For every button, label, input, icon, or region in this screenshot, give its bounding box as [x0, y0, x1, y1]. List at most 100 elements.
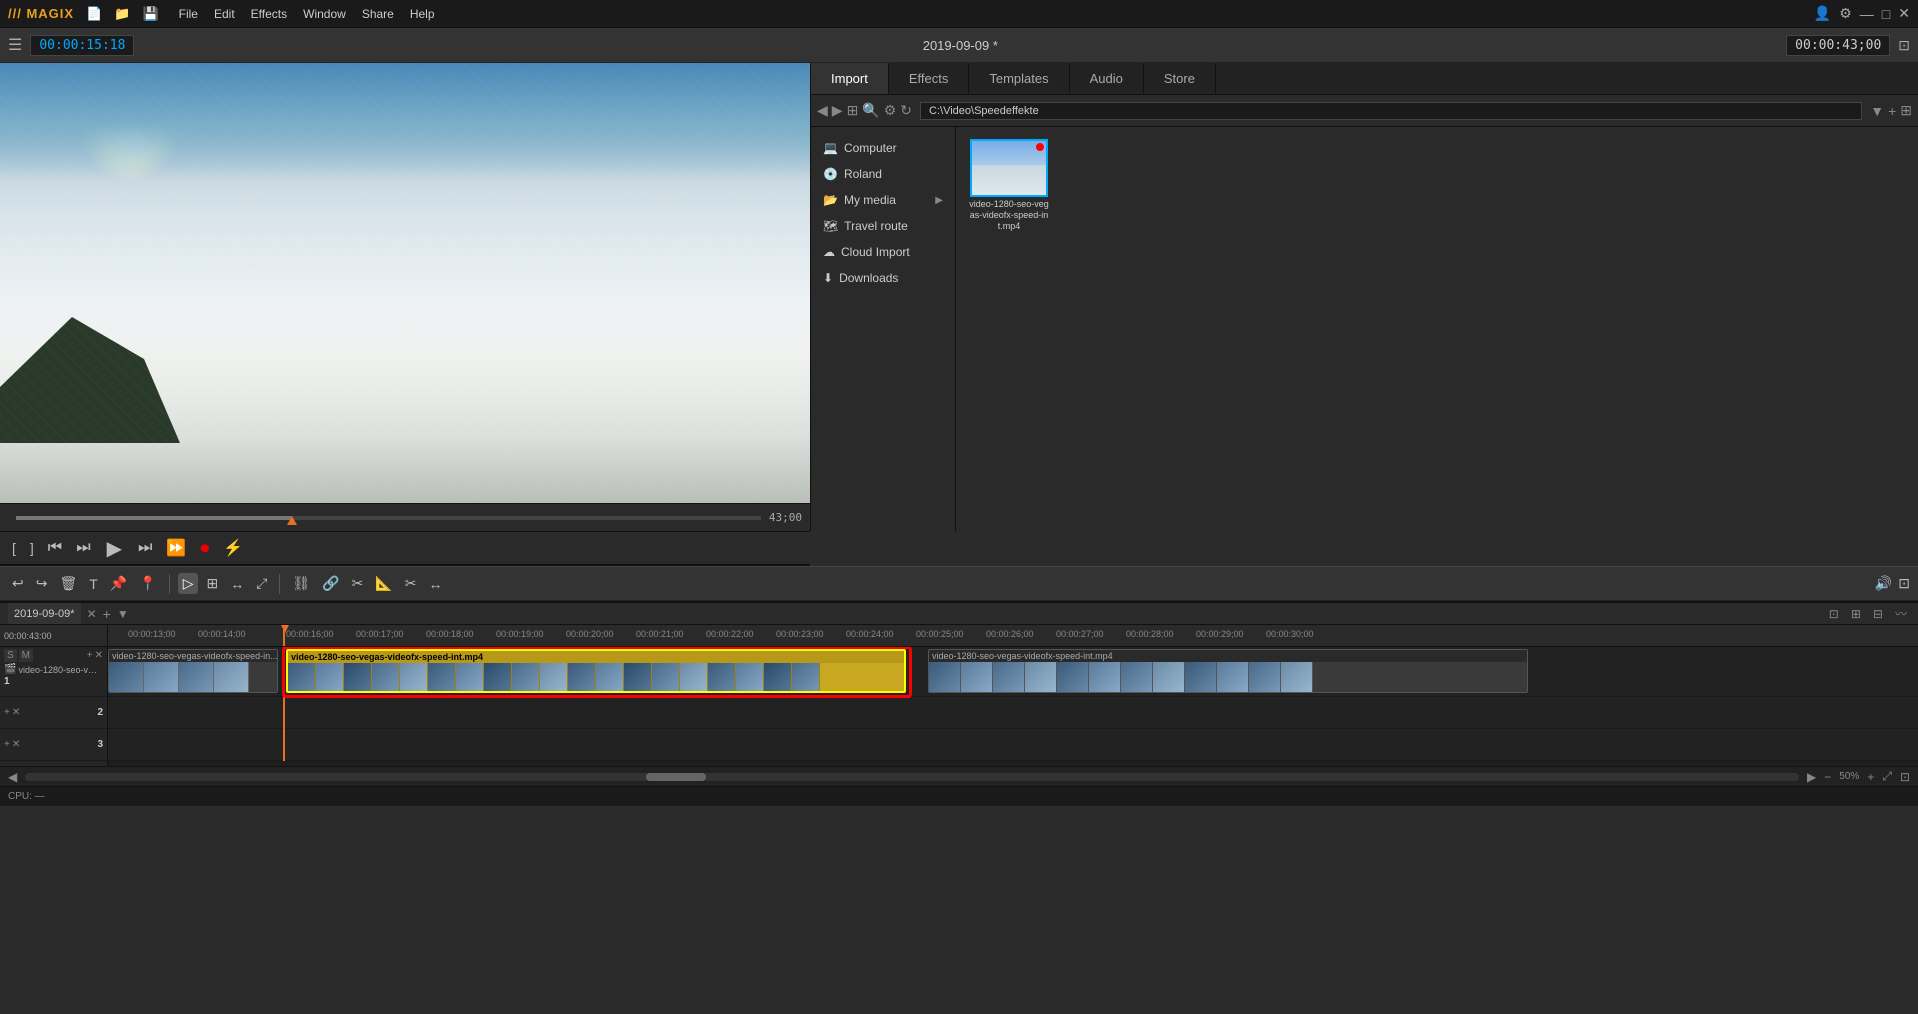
insert-tool[interactable]: ↔ [425, 574, 447, 594]
menu-effects[interactable]: Effects [251, 7, 287, 21]
folder-icon[interactable]: 📁 [114, 6, 130, 22]
select-all-tool[interactable]: ⊞ [202, 573, 222, 594]
sidebar-item-mymedia[interactable]: 📂 My media ▶ [811, 187, 955, 213]
zoom-out-btn[interactable]: − [1824, 770, 1831, 784]
timeline-tab-label[interactable]: 2019-09-09* [8, 603, 81, 624]
zoom-fit-btn[interactable]: ⤢ [1882, 769, 1892, 784]
scroll-right-btn[interactable]: ▶ [1807, 770, 1816, 784]
view-single-btn[interactable]: ⊡ [1826, 606, 1842, 622]
prev-frame-btn[interactable]: ⏭ [72, 537, 94, 559]
tab-audio[interactable]: Audio [1070, 63, 1144, 94]
user-icon[interactable]: 👤 [1814, 5, 1831, 22]
expand-btn[interactable]: ⊡ [1898, 575, 1910, 592]
timecode-right[interactable]: 00:00:43;00 [1786, 35, 1890, 56]
track-row-3[interactable] [108, 729, 1918, 761]
maximize-icon[interactable]: □ [1882, 6, 1890, 22]
track3-close-btn[interactable]: ✕ [12, 739, 20, 750]
menu-help[interactable]: Help [410, 7, 435, 21]
sidebar-item-cloudimport[interactable]: ☁ Cloud Import [811, 239, 955, 265]
track2-close-btn[interactable]: ✕ [12, 707, 20, 718]
nav-forward-btn[interactable]: ▶ [832, 102, 843, 119]
track3-add-btn[interactable]: + [4, 739, 10, 750]
go-start-btn[interactable]: ⏮ [44, 537, 66, 559]
stretch-tool[interactable]: ⤢ [252, 573, 271, 594]
path-bar[interactable]: C:\Video\Speedeffekte [920, 102, 1862, 120]
nav-home-btn[interactable]: ⊞ [847, 102, 859, 119]
split-tool[interactable]: ✂ [401, 573, 421, 594]
video-preview[interactable] [0, 63, 810, 503]
preview-progress-bar[interactable]: 43;00 [0, 503, 810, 531]
undo-btn[interactable]: ↩ [8, 573, 28, 594]
flash-btn[interactable]: ⚡ [219, 536, 247, 560]
track1-s-btn[interactable]: S [4, 649, 17, 662]
window-maximize-btn[interactable]: ⊡ [1898, 37, 1910, 54]
delete-btn[interactable]: 🗑 [55, 573, 81, 594]
link-tool[interactable]: ⛓ [288, 573, 314, 594]
save-icon[interactable]: 💾 [142, 6, 158, 22]
track2-add-btn[interactable]: + [4, 707, 10, 718]
timeline-ruler[interactable]: 00:00:13;00 00:00:14;00 | 00:00:16;00 00… [108, 625, 1918, 647]
menu-edit[interactable]: Edit [214, 7, 235, 21]
go-end-btn[interactable]: ⏩ [162, 536, 190, 560]
trim-tool[interactable]: 📐 [371, 573, 396, 594]
track1-close-btn[interactable]: ✕ [95, 650, 103, 661]
next-frame-btn[interactable]: ⏭ [134, 537, 156, 559]
mark-out-btn[interactable]: ] [26, 538, 38, 558]
group-tool[interactable]: 🔗 [318, 573, 343, 594]
sidebar-item-downloads[interactable]: ⬇ Downloads [811, 265, 955, 291]
nav-add-btn[interactable]: + [1888, 103, 1896, 119]
nav-refresh-btn[interactable]: ↻ [900, 102, 912, 119]
close-icon[interactable]: ✕ [1898, 5, 1910, 22]
scroll-left-btn[interactable]: ◀ [8, 770, 17, 784]
menu-share[interactable]: Share [362, 7, 394, 21]
hamburger-icon[interactable]: ☰ [8, 35, 22, 55]
file-thumbnail[interactable]: video-1280-seo-vegas-videofx-speed-int.m… [968, 139, 1050, 231]
nav-settings-btn[interactable]: ⚙ [884, 102, 897, 119]
horizontal-scrollbar[interactable] [25, 773, 1799, 781]
view-wave-btn[interactable]: 〰 [1892, 604, 1910, 623]
clip-right-1[interactable]: video-1280-seo-vegas-videofx-speed-int.m… [928, 649, 1528, 693]
sidebar-item-travelroute[interactable]: 🗺 Travel route [811, 213, 955, 239]
track1-m-btn[interactable]: M [19, 649, 33, 662]
tab-effects[interactable]: Effects [889, 63, 970, 94]
move-tool[interactable]: ↔ [226, 574, 248, 594]
menu-file[interactable]: File [179, 7, 198, 21]
nav-expand-btn[interactable]: ▼ [1870, 103, 1884, 119]
vol-btn[interactable]: 🔊 [1875, 575, 1892, 592]
cut-tool[interactable]: ✂ [348, 573, 368, 594]
clip-main-selected[interactable]: video-1280-seo-vegas-videofx-speed-int.m… [286, 649, 906, 693]
timeline-add-btn[interactable]: + [103, 606, 111, 622]
redo-btn[interactable]: ↪ [32, 573, 52, 594]
tab-store[interactable]: Store [1144, 63, 1216, 94]
zoom-in-btn[interactable]: + [1867, 770, 1874, 784]
marker-btn[interactable]: 📌 [106, 573, 131, 594]
text-btn[interactable]: T [85, 574, 102, 594]
timeline-close-btn[interactable]: ✕ [87, 607, 97, 621]
record-btn[interactable]: ⏺ [196, 536, 213, 561]
sidebar-item-computer[interactable]: 💻 Computer [811, 135, 955, 161]
menu-window[interactable]: Window [303, 7, 346, 21]
marker2-btn[interactable]: 📍 [135, 573, 160, 594]
track1-add-btn[interactable]: + [87, 650, 93, 661]
timeline-scroll[interactable]: 00:00:13;00 00:00:14;00 | 00:00:16;00 00… [108, 625, 1918, 766]
zoom-fit2-btn[interactable]: ⊡ [1900, 770, 1910, 784]
view-multi-btn[interactable]: ⊟ [1870, 606, 1886, 622]
timeline-dropdown-btn[interactable]: ▼ [117, 607, 129, 621]
play-btn[interactable]: ▶ [101, 534, 128, 563]
mark-in-btn[interactable]: [ [8, 538, 20, 558]
nav-search-btn[interactable]: 🔍 [862, 102, 879, 119]
view-double-btn[interactable]: ⊞ [1848, 606, 1864, 622]
timecode-left[interactable]: 00:00:15:18 [30, 35, 134, 56]
file-icon[interactable]: 📄 [86, 6, 102, 22]
tab-import[interactable]: Import [811, 63, 889, 94]
clip-left-1[interactable]: video-1280-seo-vegas-videofx-speed-in... [108, 649, 278, 693]
nav-grid-btn[interactable]: ⊞ [1900, 102, 1912, 119]
tab-templates[interactable]: Templates [969, 63, 1069, 94]
minimize-icon[interactable]: — [1860, 6, 1874, 22]
nav-back-btn[interactable]: ◀ [817, 102, 828, 119]
settings-icon[interactable]: ⚙ [1839, 5, 1852, 22]
sidebar-item-roland[interactable]: 💿 Roland [811, 161, 955, 187]
scroll-thumb[interactable] [646, 773, 706, 781]
select-tool[interactable]: ▷ [178, 573, 199, 594]
track-row-2[interactable] [108, 697, 1918, 729]
